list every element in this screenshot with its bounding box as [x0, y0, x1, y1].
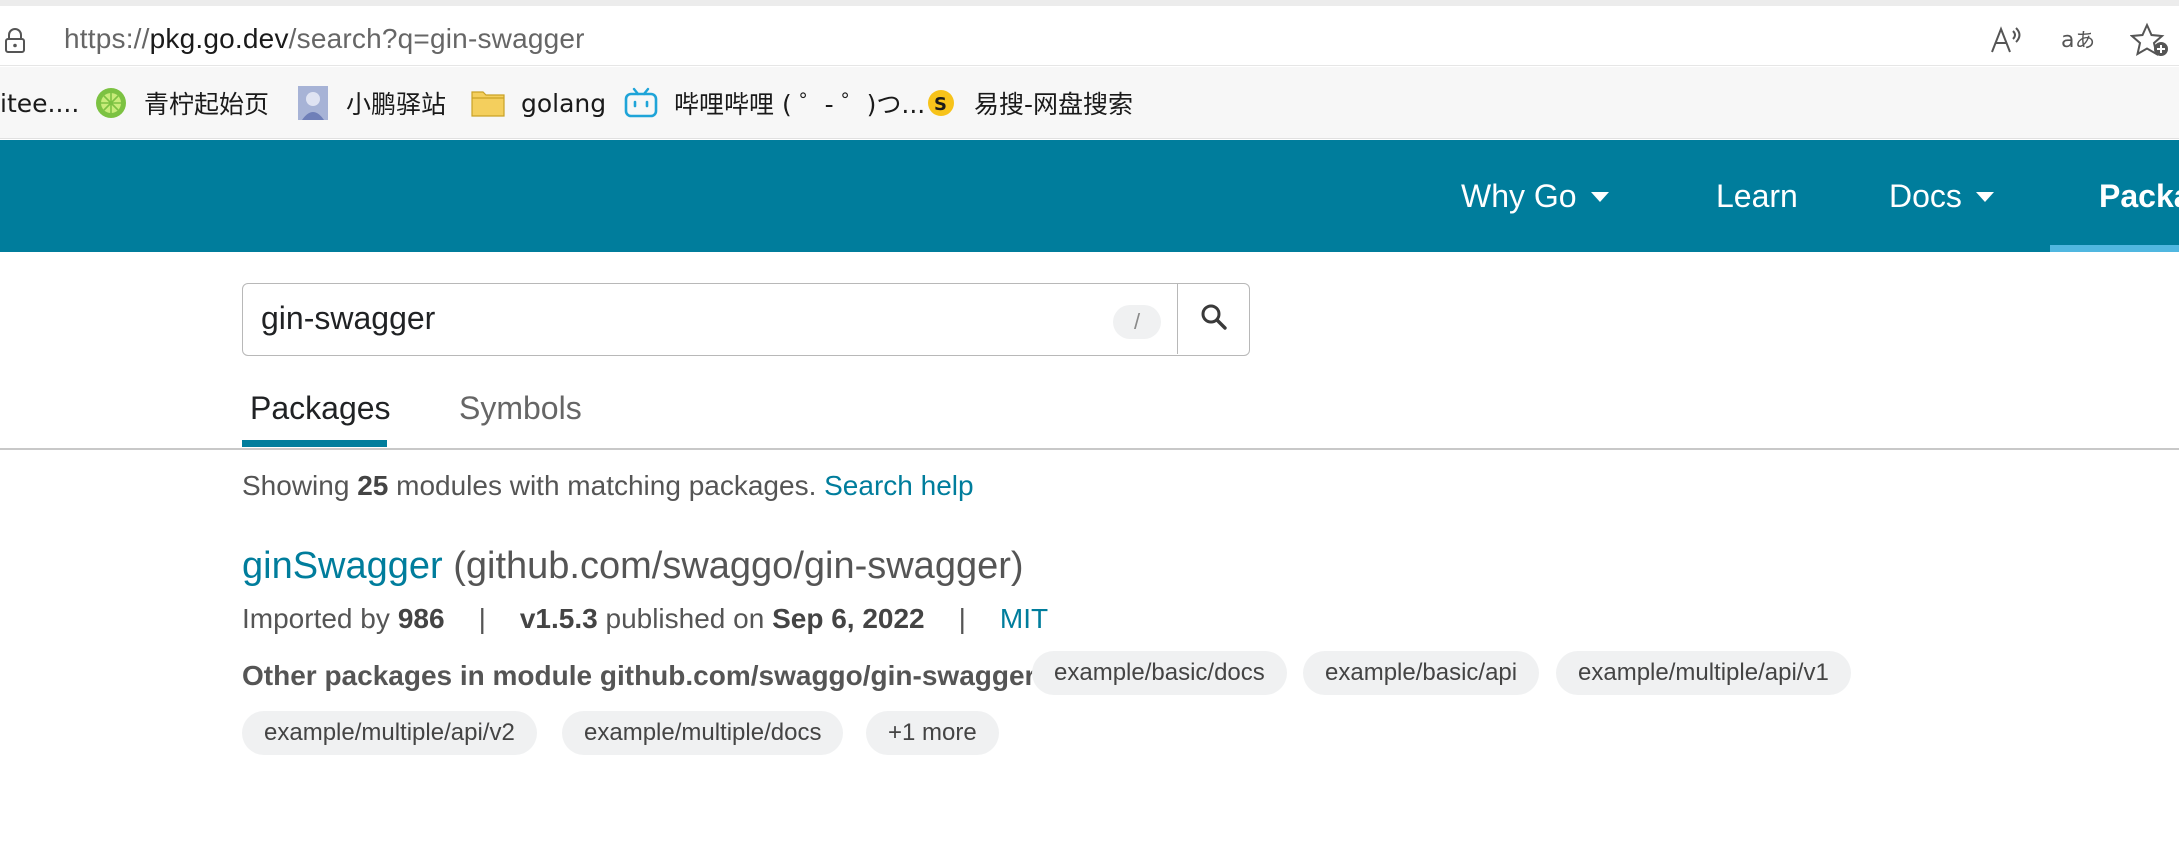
package-chip[interactable]: example/basic/docs [1032, 651, 1287, 695]
search-input[interactable]: gin-swagger [261, 300, 435, 337]
lock-icon[interactable] [4, 28, 26, 54]
chevron-down-icon [1590, 192, 1609, 202]
url-path: /search?q=gin-swagger [288, 23, 585, 54]
address-bar[interactable]: https://pkg.go.dev/search?q=gin-swagger … [0, 6, 2179, 66]
meta-separator: | [958, 603, 966, 634]
favorite-item[interactable]: itee.... [0, 85, 79, 121]
published-date: Sep 6, 2022 [772, 603, 925, 634]
published-label: published on [597, 603, 773, 634]
read-aloud-icon[interactable] [1986, 20, 2026, 60]
result-title: ginSwagger (github.com/swaggo/gin-swagge… [242, 545, 1024, 588]
favorite-item[interactable]: golang [471, 85, 606, 121]
url-prefix: https:// [64, 23, 150, 54]
package-name-link[interactable]: ginSwagger [242, 545, 443, 587]
favorite-label: 哔哩哔哩 ( ゜- ゜)つ... [674, 90, 926, 119]
nav-active-indicator [2050, 245, 2179, 252]
bilibili-icon [624, 86, 658, 120]
favorites-bar: itee.... 青柠起始页 小鹏驿站 golang 哔哩哔哩 (゜- ゜)つ… [0, 67, 2179, 139]
favorite-item[interactable]: 青柠起始页 [94, 85, 269, 121]
nav-label: Packa [2099, 177, 2179, 214]
favorite-label: 青柠起始页 [144, 90, 270, 119]
package-chip[interactable]: example/multiple/api/v2 [242, 711, 537, 755]
search-help-link[interactable]: Search help [824, 470, 973, 501]
favorite-item[interactable]: 小鹏驿站 [296, 85, 446, 121]
nav-why-go[interactable]: Why Go [1461, 140, 1609, 252]
package-chip[interactable]: example/multiple/docs [562, 711, 844, 755]
nav-docs[interactable]: Docs [1889, 140, 1994, 252]
favorite-item[interactable]: S 易搜-网盘搜索 [924, 85, 1133, 121]
translate-icon[interactable]: a あ [2060, 20, 2100, 60]
search-form: gin-swagger / [242, 283, 1250, 356]
favorite-item[interactable]: 哔哩哔哩 ( ゜- ゜)つ... [624, 85, 925, 121]
result-count: 25 [357, 470, 389, 501]
results-summary: Showing 25 modules with matching package… [242, 470, 974, 502]
package-chip[interactable]: example/basic/api [1303, 651, 1540, 695]
search-icon [1200, 303, 1228, 336]
yisou-icon: S [924, 86, 958, 120]
chevron-down-icon [1975, 192, 1994, 202]
nav-label: Learn [1716, 177, 1798, 214]
license-link[interactable]: MIT [1000, 603, 1048, 635]
tab-active-indicator [242, 440, 387, 447]
more-packages-chip[interactable]: +1 more [866, 711, 999, 755]
folder-icon [471, 86, 505, 120]
url-text[interactable]: https://pkg.go.dev/search?q=gin-swagger [64, 23, 585, 55]
favorite-label: golang [521, 88, 607, 118]
summary-prefix: Showing [242, 470, 358, 501]
site-header: Why Go Learn Docs Packa [0, 140, 2179, 252]
svg-text:a: a [2061, 28, 2074, 53]
module-path: (github.com/swaggo/gin-swagger) [442, 545, 1024, 587]
search-shortcut-hint: / [1113, 305, 1161, 339]
lime-icon [94, 86, 128, 120]
favorite-label: 易搜-网盘搜索 [974, 90, 1134, 119]
imported-by-count-link[interactable]: 986 [398, 603, 445, 635]
svg-text:S: S [934, 94, 947, 115]
nav-label: Docs [1889, 177, 1962, 214]
other-packages-label: Other packages in module github.com/swag… [242, 660, 1045, 691]
tab-divider [0, 448, 2179, 450]
version: v1.5.3 [519, 603, 598, 634]
nav-learn[interactable]: Learn [1716, 140, 1798, 252]
nav-packages[interactable]: Packa [2099, 140, 2179, 252]
nav-label: Why Go [1461, 177, 1577, 214]
package-chip[interactable]: example/multiple/api/v1 [1556, 651, 1851, 695]
summary-suffix: modules with matching packages. [388, 470, 825, 501]
imported-by-label: Imported by [242, 603, 390, 634]
meta-separator: | [478, 603, 486, 634]
add-favorite-icon[interactable] [2130, 20, 2170, 60]
tab-symbols[interactable]: Symbols [459, 390, 582, 427]
svg-text:あ: あ [2075, 28, 2095, 52]
url-host: pkg.go.dev [149, 23, 289, 54]
tab-packages[interactable]: Packages [250, 390, 391, 427]
search-button[interactable] [1177, 284, 1249, 354]
result-meta: Imported by 986 | v1.5.3 published on Se… [242, 603, 1048, 635]
avatar-icon [296, 86, 330, 120]
favorite-label: itee.... [0, 88, 80, 118]
favorite-label: 小鹏驿站 [346, 90, 447, 119]
